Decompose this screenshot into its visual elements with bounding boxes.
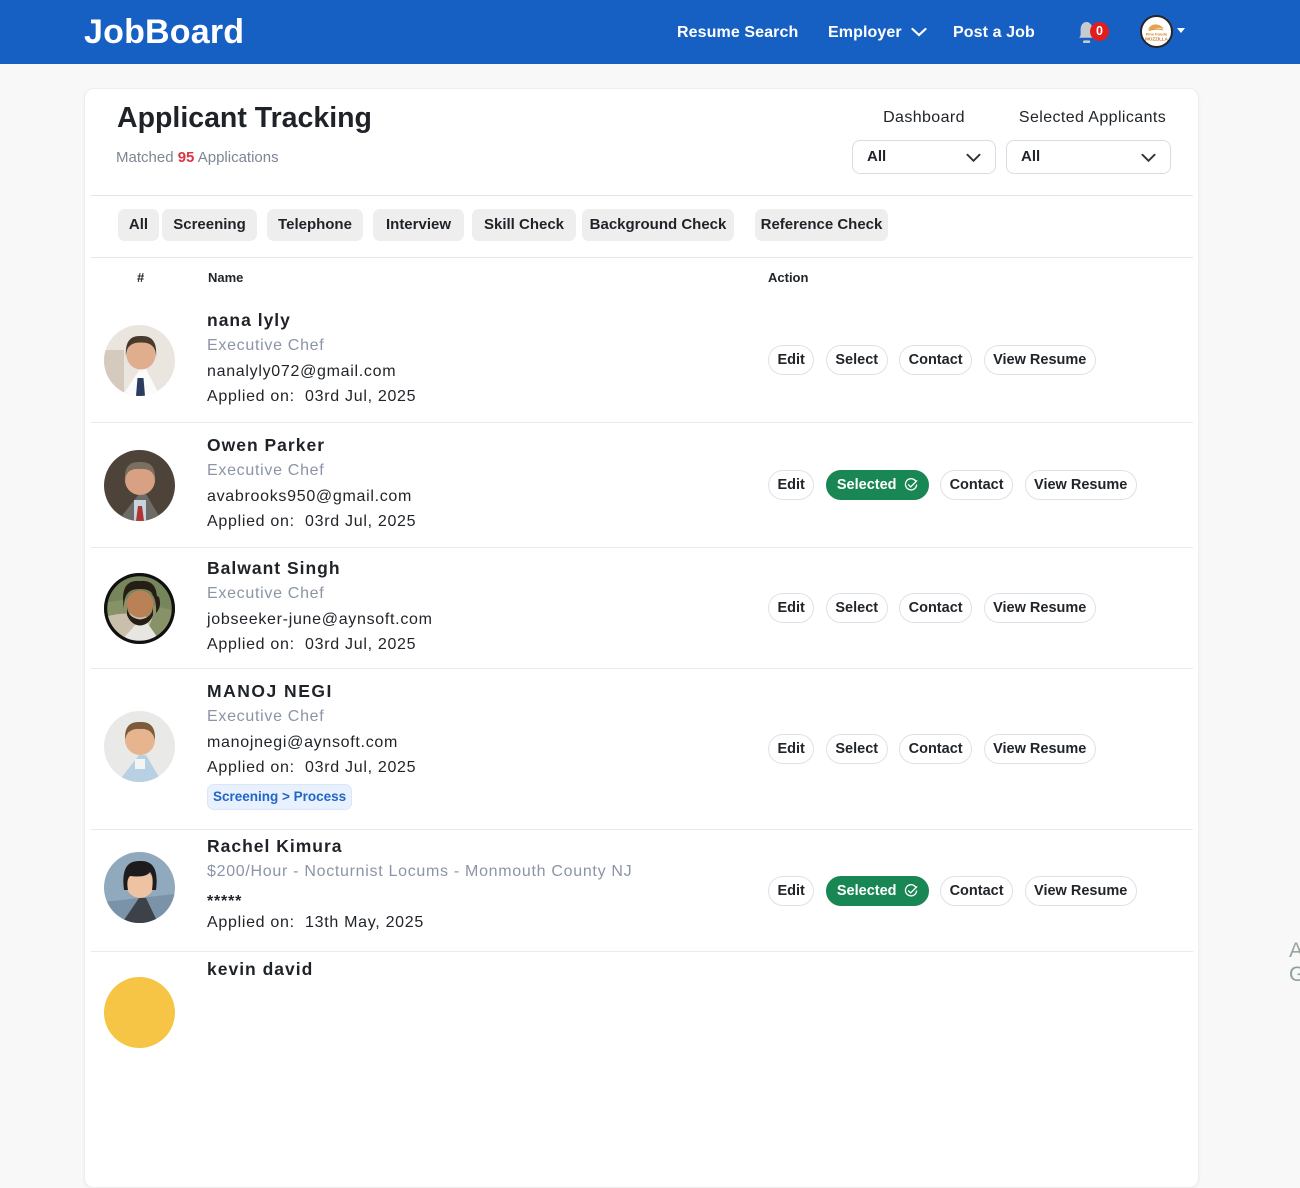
svg-text:MOZZILLA: MOZZILLA [1145,37,1168,42]
